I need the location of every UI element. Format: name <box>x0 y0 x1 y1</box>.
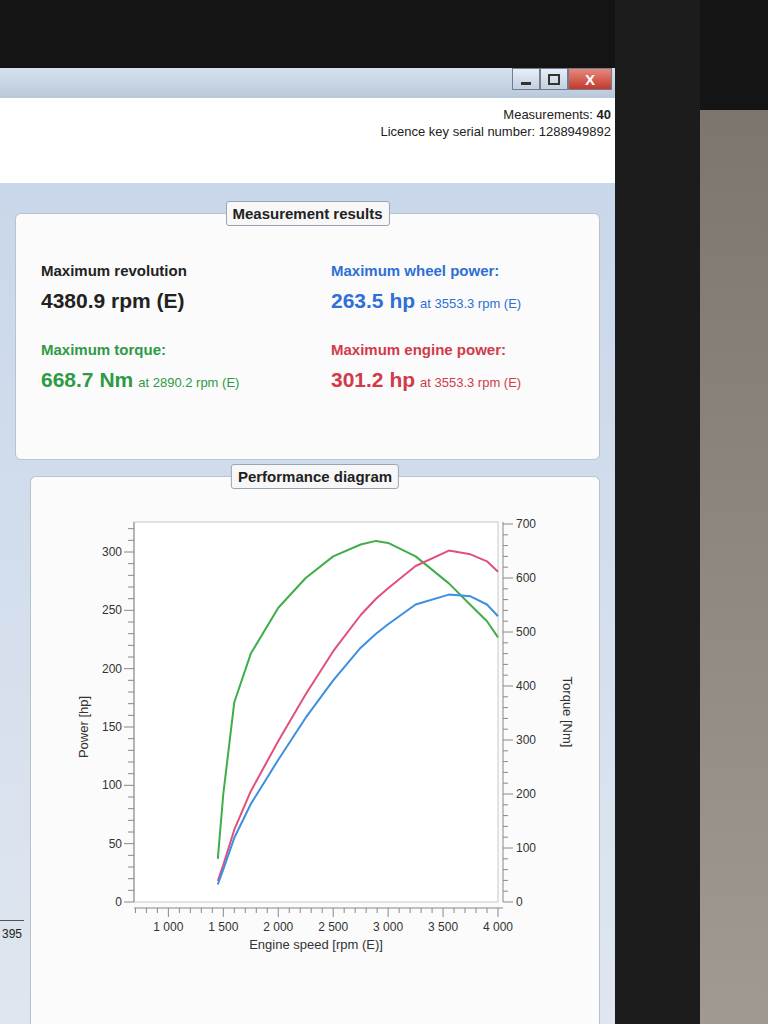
performance-chart: 0 50 100 150 200 250 300 Power [hp] 0 100 200 300 40… <box>31 497 597 967</box>
power-tick: 200 <box>102 662 122 676</box>
lower-row: 395 Performance diagram 0501001502002503… <box>0 476 600 1024</box>
results-grid: Maximum revolution 4380.9 rpm (E) Maximu… <box>41 262 589 392</box>
power-tick: 100 <box>102 778 122 792</box>
power-tick: 250 <box>102 603 122 617</box>
diagram-group: Performance diagram 050100150200250300Po… <box>30 476 600 1024</box>
result-value: 301.2 hp at 3553.3 rpm (E) <box>331 368 589 392</box>
app-window: X Measurements: 40 Licence key serial nu… <box>0 68 615 1024</box>
torque-tick: 300 <box>516 733 536 747</box>
result-value: 263.5 hp at 3553.3 rpm (E) <box>331 289 589 313</box>
result-label: Maximum torque: <box>41 341 331 358</box>
result-value: 4380.9 rpm (E) <box>41 289 331 313</box>
power-axis-title: Power [hp] <box>76 696 91 758</box>
rpm-tick: 4 000 <box>483 920 513 934</box>
torque-tick: 100 <box>516 841 536 855</box>
torque-tick: 600 <box>516 571 536 585</box>
restore-icon <box>548 74 560 85</box>
result-at: at 3553.3 rpm (E) <box>420 296 521 311</box>
restore-button[interactable] <box>540 68 568 90</box>
power-curve <box>218 551 498 881</box>
licence-key: Licence key serial number: 1288949892 <box>0 123 611 140</box>
minimize-button[interactable] <box>512 68 540 90</box>
close-button[interactable]: X <box>568 68 612 90</box>
power-tick: 0 <box>115 895 122 909</box>
power-tick: 300 <box>102 545 122 559</box>
screen: X Measurements: 40 Licence key serial nu… <box>0 0 615 1024</box>
plot-area <box>134 522 498 902</box>
measurements-count: Measurements: 40 <box>0 106 611 123</box>
torque-tick: 0 <box>516 895 523 909</box>
rpm-tick: 1 500 <box>208 920 238 934</box>
result-label: Maximum engine power: <box>331 341 589 358</box>
result-at: at 2890.2 rpm (E) <box>138 375 239 390</box>
side-panel: 395 <box>0 476 30 1024</box>
background <box>700 110 768 1024</box>
power-tick: 150 <box>102 720 122 734</box>
rpm-tick: 1 000 <box>153 920 183 934</box>
content-area: Measurement results Maximum revolution 4… <box>0 183 615 1024</box>
rpm-tick: 3 500 <box>428 920 458 934</box>
result-label: Maximum wheel power: <box>331 262 589 279</box>
torque-axis-title: Torque [Nm] <box>560 677 575 748</box>
result-at: at 3553.3 rpm (E) <box>420 375 521 390</box>
result-item: Maximum engine power: 301.2 hp at 3553.3… <box>331 341 589 392</box>
result-value: 668.7 Nm at 2890.2 rpm (E) <box>41 368 331 392</box>
header: Measurements: 40 Licence key serial numb… <box>0 98 615 183</box>
results-title: Measurement results <box>225 201 389 226</box>
result-item: Maximum wheel power: 263.5 hp at 3553.3 … <box>331 262 589 313</box>
minimize-icon <box>521 82 531 85</box>
result-label: Maximum revolution <box>41 262 331 279</box>
rpm-axis-title: Engine speed [rpm (E)] <box>249 937 383 952</box>
torque-tick: 500 <box>516 625 536 639</box>
torque-tick: 700 <box>516 517 536 531</box>
rpm-tick: 2 000 <box>263 920 293 934</box>
rpm-tick: 3 000 <box>373 920 403 934</box>
power-tick: 50 <box>109 837 123 851</box>
monitor-bezel <box>615 0 700 1024</box>
side-value: 395 <box>0 927 30 941</box>
results-group: Measurement results Maximum revolution 4… <box>15 213 600 460</box>
torque-tick: 400 <box>516 679 536 693</box>
torque-tick: 200 <box>516 787 536 801</box>
title-bar: X <box>0 68 615 98</box>
diagram-title: Performance diagram <box>231 464 399 489</box>
rpm-tick: 2 500 <box>318 920 348 934</box>
power-curve <box>218 595 498 885</box>
window-buttons: X <box>512 68 612 90</box>
result-item: Maximum revolution 4380.9 rpm (E) <box>41 262 331 313</box>
result-item: Maximum torque: 668.7 Nm at 2890.2 rpm (… <box>41 341 331 392</box>
photo: X Measurements: 40 Licence key serial nu… <box>0 0 768 1024</box>
torque-curve <box>218 541 498 859</box>
